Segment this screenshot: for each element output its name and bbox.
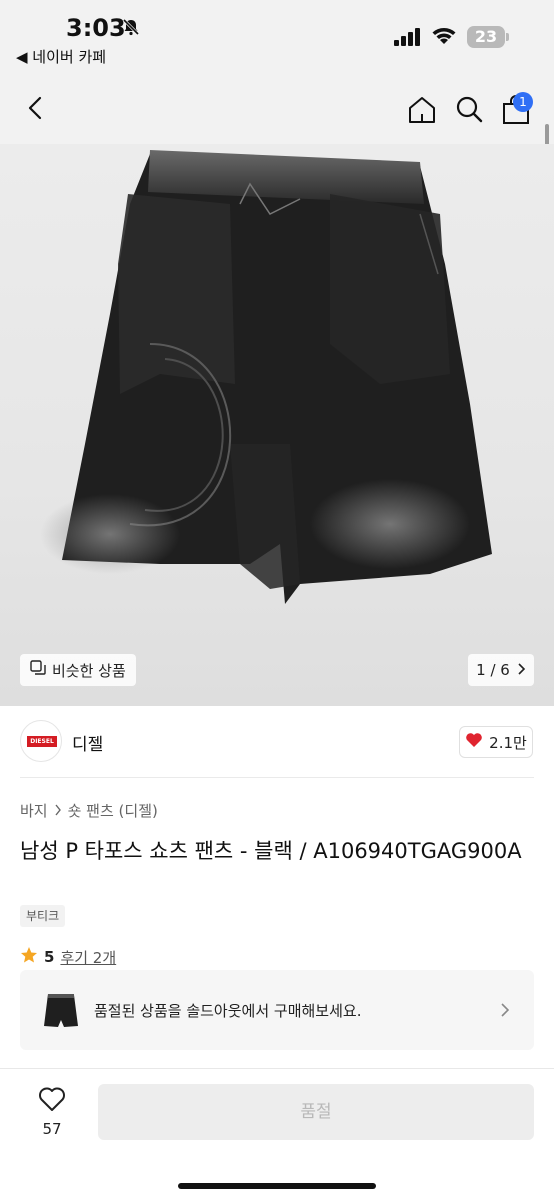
similar-products-button[interactable]: 비슷한 상품 [20, 654, 136, 686]
battery-tip [506, 33, 509, 41]
similar-products-label: 비슷한 상품 [52, 661, 126, 680]
brand-name[interactable]: 디젤 [72, 730, 103, 755]
heart-outline-icon [38, 1087, 66, 1116]
brand-row[interactable]: DIESEL 디젤 2.1만 [0, 706, 554, 778]
image-pager[interactable]: 1 / 6 [468, 654, 534, 686]
wishlist-button[interactable]: 57 [30, 1086, 74, 1138]
chevron-left-icon[interactable] [22, 94, 50, 122]
breadcrumb-item[interactable]: 바지 [20, 800, 48, 821]
breadcrumb: 바지 숏 팬츠 (디젤) [20, 800, 158, 821]
wifi-icon [430, 24, 458, 50]
signal-icon [394, 28, 422, 50]
pager-text: 1 / 6 [476, 661, 510, 679]
brand-logo-text: DIESEL [27, 736, 57, 747]
search-icon[interactable] [454, 94, 484, 124]
black-shorts-photo [40, 150, 492, 604]
product-title: 남성 P 타포스 쇼츠 팬츠 - 블랙 / A106940TGAG900A [20, 839, 522, 863]
boutique-tag: 부티크 [20, 905, 66, 927]
soldout-banner-text: 품절된 상품을 솔드아웃에서 구매해보세요. [94, 1002, 362, 1020]
divider [20, 777, 534, 778]
soldout-thumbnail [34, 984, 86, 1036]
home-icon[interactable] [406, 94, 438, 126]
similar-icon [30, 660, 46, 680]
back-to-app-link[interactable]: ◀ 네이버 카페 [16, 46, 106, 67]
rating-score: 5 [44, 948, 55, 966]
brand-logo[interactable]: DIESEL [20, 720, 62, 762]
wishlist-count: 57 [42, 1120, 62, 1138]
status-bar: 3:03 ◀ 네이버 카페 23 [0, 0, 554, 72]
battery-icon: 23 [467, 26, 505, 48]
divider [0, 1068, 554, 1069]
soldout-banner[interactable]: 품절된 상품을 솔드아웃에서 구매해보세요. [20, 970, 534, 1050]
rating-row: 5 후기 2개 [20, 946, 116, 968]
brand-like-button[interactable]: 2.1만 [459, 726, 533, 758]
home-indicator [178, 1183, 376, 1189]
chevron-right-icon [500, 1002, 510, 1022]
status-time: 3:03 [66, 14, 126, 42]
star-icon [20, 946, 38, 968]
bell-off-icon [122, 18, 140, 40]
chevron-right-icon [54, 802, 62, 820]
brand-like-count: 2.1만 [489, 733, 527, 752]
top-nav-bar [0, 72, 554, 144]
heart-filled-icon [465, 732, 483, 752]
product-image-gallery[interactable]: 비슷한 상품 1 / 6 [0, 144, 554, 706]
review-link[interactable]: 후기 2개 [60, 947, 116, 968]
cart-count-badge: 1 [513, 92, 533, 112]
chevron-right-icon [516, 661, 526, 679]
soldout-buy-button[interactable]: 품절 [98, 1084, 534, 1140]
breadcrumb-item[interactable]: 숏 팬츠 (디젤) [68, 800, 158, 821]
